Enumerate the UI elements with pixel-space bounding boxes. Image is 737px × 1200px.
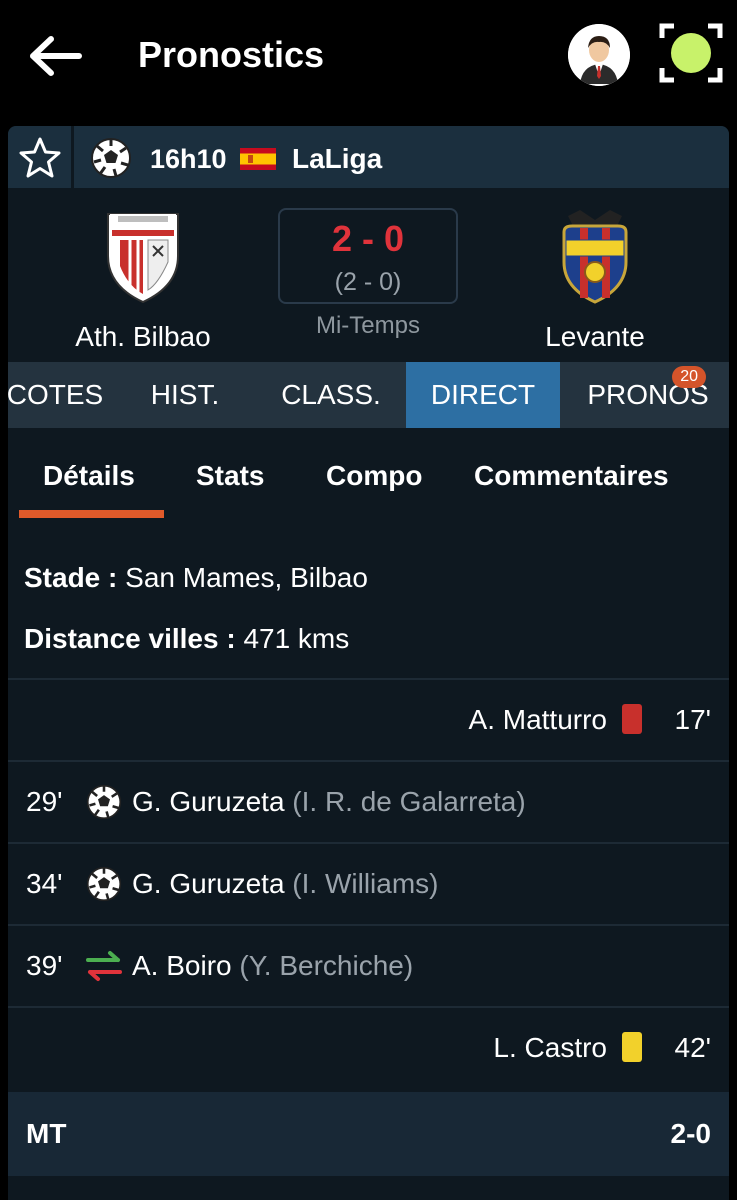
event-player: A. Boiro (132, 950, 232, 981)
substitution-icon (86, 951, 122, 981)
tab-class[interactable]: CLASS. (256, 362, 406, 428)
event-minute: 17' (674, 704, 712, 735)
back-button[interactable] (26, 28, 86, 84)
event-minute: 34' (26, 868, 63, 899)
favorite-button[interactable] (8, 126, 74, 188)
event-player-line: G. Guruzeta (I. R. de Galarreta) (132, 786, 526, 818)
arrow-left-icon (30, 36, 82, 76)
scan-button[interactable] (658, 22, 724, 84)
tab-cotes[interactable]: COTES (8, 362, 114, 428)
red-card-icon (622, 704, 642, 740)
stadium-value: San Mames, Bilbao (125, 562, 368, 593)
event-row: 29' G. Guruzeta (I. R. de Galarreta) (8, 762, 729, 842)
tab-hist[interactable]: HIST. (124, 362, 246, 428)
home-team-name: Ath. Bilbao (75, 321, 211, 352)
distance-label: Distance villes : (24, 623, 236, 654)
event-minute: 29' (26, 786, 63, 817)
event-row: L. Castro 42' (8, 1008, 729, 1088)
event-player: G. Guruzeta (132, 786, 285, 817)
match-tabs: COTES HIST. CLASS. DIRECT PRONOS 20 (8, 362, 729, 428)
event-minute: 39' (26, 950, 63, 981)
distance-value: 471 kms (243, 623, 350, 654)
away-team-name: Levante (545, 321, 645, 352)
profile-avatar[interactable] (568, 24, 630, 86)
half-time-score: (2 - 0) (334, 268, 402, 296)
subtab-details[interactable]: Détails (43, 460, 135, 492)
current-score: 2 - 0 (331, 218, 405, 259)
avatar-icon (568, 24, 630, 86)
match-status: Mi-Temps (315, 312, 420, 339)
event-player: G. Guruzeta (132, 868, 285, 899)
top-app-bar: Pronostics (0, 0, 737, 112)
stadium-label: Stade : (24, 562, 118, 593)
half-time-row: MT 2-0 (8, 1092, 729, 1176)
scan-icon (659, 23, 723, 83)
event-player-line: G. Guruzeta (I. Williams) (132, 868, 439, 900)
away-team[interactable]: Levante (508, 206, 682, 353)
match-card: 16h10 LaLiga Ath. Bilbao 2 - 0 (2 - 0) M… (8, 126, 729, 1200)
event-row: A. Matturro 17' (8, 680, 729, 760)
subtab-commentaires[interactable]: Commentaires (474, 460, 669, 492)
event-assist: (I. Williams) (292, 868, 439, 899)
half-time-result: 2-0 (670, 1118, 711, 1149)
levante-crest-icon (562, 210, 628, 304)
yellow-card-icon (622, 1032, 642, 1068)
tab-direct[interactable]: DIRECT (406, 362, 560, 428)
spain-flag-icon (240, 148, 276, 170)
match-card-header: 16h10 LaLiga (8, 126, 729, 188)
active-subtab-indicator (19, 510, 164, 518)
home-team[interactable]: Ath. Bilbao (56, 206, 230, 353)
star-icon (19, 137, 60, 178)
tab-pronos[interactable]: PRONOS 20 (568, 362, 728, 428)
pronos-count-badge: 20 (672, 366, 706, 388)
stadium-info: Stade : San Mames, Bilbao (24, 562, 368, 594)
soccer-ball-icon (86, 784, 122, 820)
event-assist: (Y. Berchiche) (239, 950, 414, 981)
distance-info: Distance villes : 471 kms (24, 623, 349, 655)
soccer-ball-icon (86, 866, 122, 902)
event-assist: (I. R. de Galarreta) (292, 786, 526, 817)
half-time-label: MT (26, 1118, 67, 1149)
kickoff-time: 16h10 (150, 144, 227, 174)
event-minute: 42' (674, 1032, 712, 1063)
event-player: L. Castro (493, 1032, 607, 1063)
athletic-bilbao-crest-icon (107, 213, 179, 304)
league-name: LaLiga (292, 143, 383, 174)
subtab-compo[interactable]: Compo (326, 460, 422, 492)
event-row: 34' G. Guruzeta (I. Williams) (8, 844, 729, 924)
page-title: Pronostics (138, 34, 325, 75)
subtab-stats[interactable]: Stats (196, 460, 264, 492)
soccer-ball-icon (91, 138, 131, 178)
score-box: 2 - 0 (2 - 0) (278, 208, 458, 304)
event-player-line: A. Boiro (Y. Berchiche) (132, 950, 413, 982)
event-row: 39' A. Boiro (Y. Berchiche) (8, 926, 729, 1006)
event-player: A. Matturro (468, 704, 607, 735)
